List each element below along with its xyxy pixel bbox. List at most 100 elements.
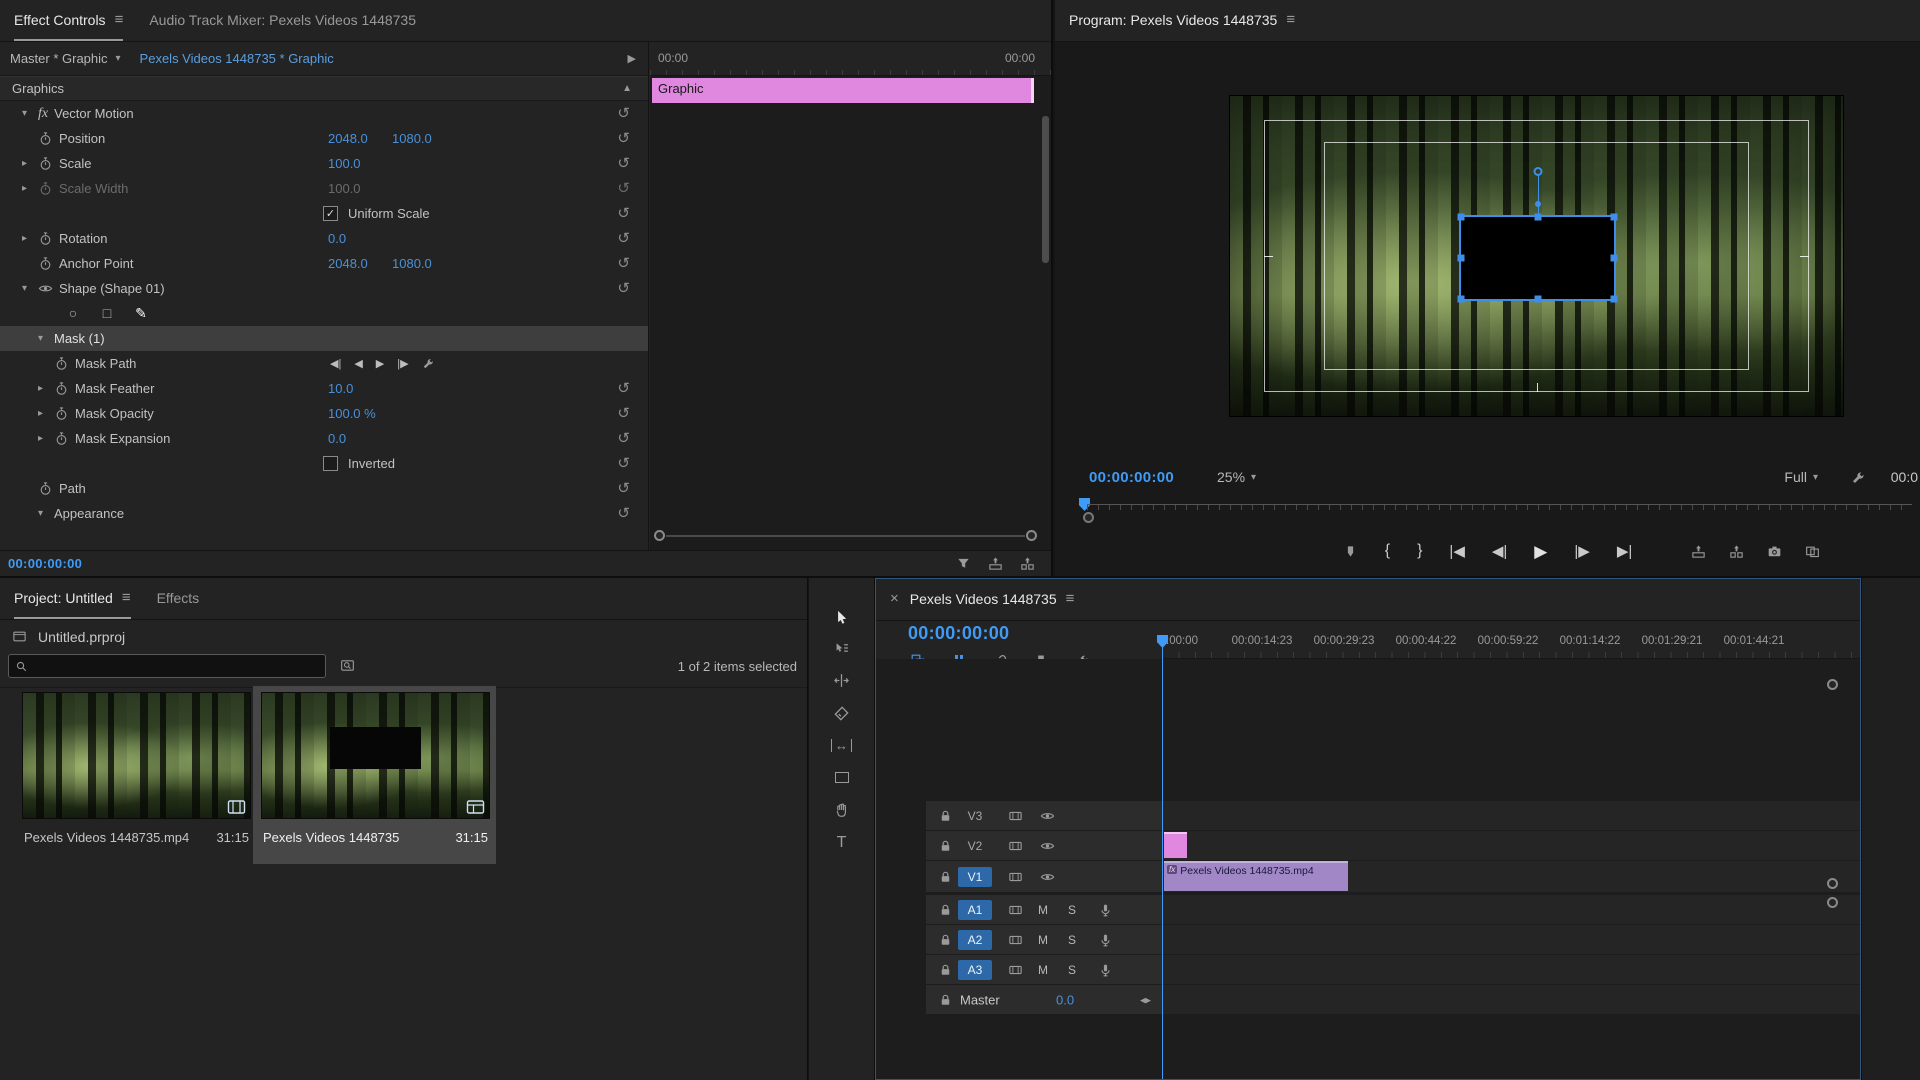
expand-icon[interactable]: ▸ (38, 408, 54, 419)
zoom-handle[interactable] (1083, 512, 1094, 523)
ellipse-mask-icon[interactable]: ○ (62, 306, 84, 322)
timeline-ruler[interactable]: :00:00 00:00:14:23 00:00:29:23 00:00:44:… (1162, 629, 1860, 659)
position-y-value[interactable]: 1080.0 (392, 131, 432, 146)
row-mask-1[interactable]: ▾ Mask (1) (0, 326, 648, 351)
program-timecode[interactable]: 00:00:00:00 (1089, 469, 1174, 486)
mask-handle-nw[interactable] (1458, 214, 1465, 221)
zoom-select[interactable]: 25% ▾ (1217, 469, 1256, 485)
lock-icon[interactable] (938, 808, 953, 823)
comparison-view-icon[interactable] (1805, 544, 1820, 559)
mask-handle-s[interactable] (1534, 296, 1541, 303)
graphic-clip-bar[interactable]: Graphic (652, 78, 1034, 103)
reset-effect-icon[interactable]: ↺ (617, 106, 630, 121)
program-scrubber[interactable] (1079, 498, 1912, 518)
mark-in-icon[interactable]: { (1385, 543, 1390, 559)
reset-icon[interactable]: ↺ (617, 231, 630, 246)
solo-button[interactable]: S (1068, 963, 1076, 977)
scale-value[interactable]: 100.0 (328, 156, 361, 171)
mask-opacity-value[interactable]: 100.0 % (328, 406, 376, 421)
row-graphics-section[interactable]: Graphics ▲ (0, 76, 648, 101)
create-search-bin-icon[interactable] (340, 658, 355, 673)
sync-lock-film-icon[interactable] (1008, 869, 1023, 884)
close-icon[interactable]: × (890, 590, 899, 607)
stopwatch-icon[interactable] (38, 156, 53, 171)
video-clip-v1[interactable]: fx Pexels Videos 1448735.mp4 (1164, 861, 1348, 891)
tab-project[interactable]: Project: Untitled ≡ (14, 578, 131, 619)
expand-icon[interactable]: ▸ (38, 383, 54, 394)
mask-feather-value[interactable]: 10.0 (328, 381, 353, 396)
anchor-y-value[interactable]: 1080.0 (392, 256, 432, 271)
ripple-edit-tool[interactable] (830, 668, 854, 692)
row-anchor-point[interactable]: Anchor Point 2048.0 1080.0 ↺ (0, 251, 648, 276)
reset-icon[interactable]: ↺ (617, 256, 630, 271)
rectangle-tool[interactable] (830, 765, 854, 789)
track-mask-backward-icon[interactable]: ◀| (330, 357, 341, 370)
add-marker-icon[interactable] (1343, 544, 1358, 559)
track-lane-master[interactable] (1162, 985, 1860, 1014)
stopwatch-icon[interactable] (38, 256, 53, 271)
zoom-handle-left[interactable] (654, 530, 665, 541)
stopwatch-icon[interactable] (54, 381, 69, 396)
stopwatch-icon[interactable] (38, 481, 53, 496)
show-timeline-arrow-icon[interactable]: ▶ (628, 52, 636, 65)
zoom-handle-right[interactable] (1026, 530, 1037, 541)
position-x-value[interactable]: 2048.0 (328, 131, 368, 146)
stopwatch-icon[interactable] (54, 431, 69, 446)
voiceover-mic-icon[interactable] (1098, 932, 1113, 947)
track-lane-a2[interactable] (1162, 925, 1860, 954)
tab-program[interactable]: Program: Pexels Videos 1448735 ≡ (1069, 0, 1295, 41)
track-target-v1[interactable]: V1 (958, 867, 992, 887)
timeline-playhead-line[interactable] (1162, 641, 1163, 1079)
scroll-handle[interactable] (1827, 878, 1838, 889)
program-video-preview[interactable] (1230, 96, 1843, 416)
stopwatch-icon[interactable] (54, 356, 69, 371)
track-lane-a3[interactable] (1162, 955, 1860, 984)
collapse-section-icon[interactable]: ▲ (622, 83, 632, 94)
type-tool[interactable]: T (830, 831, 854, 855)
track-mask-forward-icon[interactable]: ▶ (376, 357, 384, 370)
go-to-out-icon[interactable]: ▶| (1617, 544, 1632, 559)
sync-lock-film-icon[interactable] (1008, 962, 1023, 977)
row-shape[interactable]: ▾ Shape (Shape 01) ↺ (0, 276, 648, 301)
row-appearance[interactable]: ▾ Appearance ↺ (0, 501, 648, 526)
row-position[interactable]: Position 2048.0 1080.0 ↺ (0, 126, 648, 151)
pen-mask-icon[interactable]: ✎ (130, 306, 152, 322)
go-to-in-icon[interactable]: |◀ (1449, 544, 1464, 559)
mask-expansion-value[interactable]: 0.0 (328, 431, 346, 446)
track-lane-v2[interactable] (1162, 831, 1860, 860)
sync-lock-film-icon[interactable] (1008, 902, 1023, 917)
toggle-output-eye-icon[interactable] (1040, 869, 1055, 884)
play-audio-icon[interactable] (988, 556, 1003, 571)
scroll-handle[interactable] (1827, 679, 1838, 690)
keyframe-nav-icon[interactable]: ◂▸ (1140, 993, 1151, 1006)
mask-handle-se[interactable] (1611, 296, 1618, 303)
track-lane-v3[interactable] (1162, 801, 1860, 830)
row-mask-opacity[interactable]: ▸ Mask Opacity 100.0 % ↺ (0, 401, 648, 426)
master-clip-label[interactable]: Master * Graphic (10, 51, 108, 66)
expand-icon[interactable]: ▸ (38, 433, 54, 444)
selection-tool[interactable] (830, 605, 854, 629)
search-input[interactable] (8, 654, 326, 678)
track-target-a2[interactable]: A2 (958, 930, 992, 950)
anchor-handle-icon[interactable] (1535, 201, 1541, 207)
row-inverted[interactable]: Inverted ↺ (0, 451, 648, 476)
mute-button[interactable]: M (1038, 933, 1048, 947)
shape-mask-rect[interactable] (1459, 215, 1616, 301)
track-target-v2[interactable]: V2 (958, 836, 992, 856)
solo-button[interactable]: S (1068, 933, 1076, 947)
tab-audio-track-mixer[interactable]: Audio Track Mixer: Pexels Videos 1448735 (149, 0, 416, 41)
expand-icon[interactable]: ▾ (38, 508, 54, 519)
mask-tracking-settings-wrench-icon[interactable] (422, 357, 435, 370)
sequence-thumbnail[interactable] (261, 692, 490, 819)
reset-icon[interactable]: ↺ (617, 481, 630, 496)
lock-icon[interactable] (938, 932, 953, 947)
expand-icon[interactable]: ▾ (22, 108, 38, 119)
reset-icon[interactable]: ↺ (617, 156, 630, 171)
mute-button[interactable]: M (1038, 963, 1048, 977)
expand-icon[interactable]: ▾ (38, 333, 54, 344)
sync-lock-film-icon[interactable] (1008, 838, 1023, 853)
project-item-video[interactable]: Pexels Videos 1448735.mp4 31:15 (22, 692, 251, 845)
rotation-value[interactable]: 0.0 (328, 231, 346, 246)
mask-handle-ne[interactable] (1611, 214, 1618, 221)
track-one-frame-fwd-icon[interactable]: |▶ (397, 357, 408, 370)
